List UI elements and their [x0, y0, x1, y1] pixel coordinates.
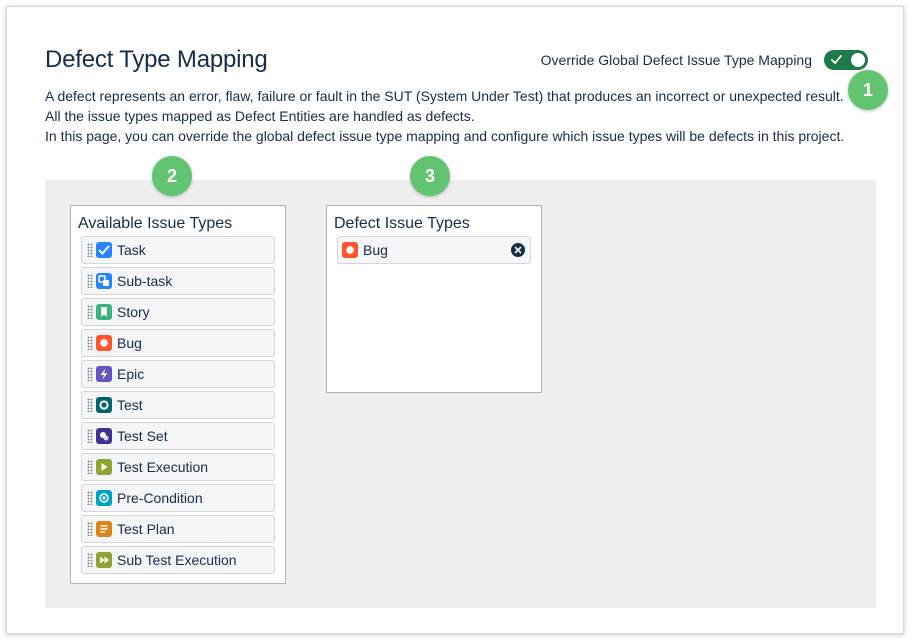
issue-type-item-test-plan[interactable]: Test Plan	[81, 515, 275, 543]
issue-type-item-epic[interactable]: Epic	[81, 360, 275, 388]
remove-icon[interactable]	[511, 243, 525, 257]
test-execution-icon	[96, 459, 112, 475]
drag-handle-icon[interactable]	[87, 243, 93, 257]
task-icon	[96, 242, 112, 258]
issue-type-label: Story	[117, 304, 150, 320]
issue-type-item-test[interactable]: Test	[81, 391, 275, 419]
issue-type-label: Test	[117, 397, 143, 413]
issue-type-item-bug[interactable]: Bug	[337, 236, 531, 264]
issue-type-label: Bug	[363, 242, 388, 258]
drag-handle-icon[interactable]	[87, 460, 93, 474]
override-toggle[interactable]	[824, 50, 868, 70]
issue-type-item-task[interactable]: Task	[81, 236, 275, 264]
issue-type-label: Pre-Condition	[117, 490, 203, 506]
subtask-icon	[96, 273, 112, 289]
defect-issue-types-title: Defect Issue Types	[334, 215, 470, 232]
sub-test-execution-icon	[96, 552, 112, 568]
callout-badge-2: 2	[152, 156, 192, 196]
available-issue-types-list[interactable]: Available Issue Types Task Sub-task Story B…	[70, 205, 286, 584]
drag-handle-icon[interactable]	[87, 429, 93, 443]
issue-type-item-bug[interactable]: Bug	[81, 329, 275, 357]
override-control: Override Global Defect Issue Type Mappin…	[541, 50, 868, 70]
bug-icon	[96, 335, 112, 351]
issue-type-label: Epic	[117, 366, 145, 382]
test-plan-icon	[96, 521, 112, 537]
drag-handle-icon[interactable]	[87, 522, 93, 536]
drag-handle-icon[interactable]	[87, 305, 93, 319]
pre-condition-icon	[96, 490, 112, 506]
drag-handle-icon[interactable]	[87, 398, 93, 412]
drag-handle-icon[interactable]	[87, 491, 93, 505]
drag-handle-icon[interactable]	[87, 274, 93, 288]
issue-type-item-story[interactable]: Story	[81, 298, 275, 326]
bug-icon	[342, 242, 358, 258]
available-issue-types-title: Available Issue Types	[78, 215, 233, 232]
callout-badge-3: 3	[410, 156, 450, 196]
story-icon	[96, 304, 112, 320]
drag-handle-icon[interactable]	[87, 553, 93, 567]
issue-type-item-test-set[interactable]: Test Set	[81, 422, 275, 450]
page-title: Defect Type Mapping	[45, 46, 268, 73]
override-label: Override Global Defect Issue Type Mappin…	[540, 52, 812, 68]
description: A defect represents an error, flaw, fail…	[45, 86, 845, 146]
issue-type-item-test-execution[interactable]: Test Execution	[81, 453, 275, 481]
check-icon	[831, 55, 842, 64]
issue-type-item-pre-condition[interactable]: Pre-Condition	[81, 484, 275, 512]
issue-type-label: Test Plan	[117, 521, 175, 537]
issue-type-label: Sub Test Execution	[117, 552, 237, 568]
toggle-knob	[851, 53, 865, 67]
description-line-2: In this page, you can override the globa…	[45, 128, 845, 144]
issue-type-label: Test Execution	[117, 459, 209, 475]
issue-type-item-sub-test-execution[interactable]: Sub Test Execution	[81, 546, 275, 574]
issue-type-label: Task	[117, 242, 146, 258]
drag-handle-icon[interactable]	[87, 336, 93, 350]
issue-type-label: Sub-task	[117, 273, 173, 289]
test-icon	[96, 397, 112, 413]
issue-type-label: Test Set	[117, 428, 168, 444]
drag-handle-icon[interactable]	[87, 367, 93, 381]
test-set-icon	[96, 428, 112, 444]
description-line-1: A defect represents an error, flaw, fail…	[45, 88, 844, 124]
callout-badge-1: 1	[848, 70, 888, 110]
defect-issue-types-list[interactable]: Defect Issue Types Bug	[326, 205, 542, 393]
issue-type-item-sub-task[interactable]: Sub-task	[81, 267, 275, 295]
epic-icon	[96, 366, 112, 382]
issue-type-label: Bug	[117, 335, 142, 351]
